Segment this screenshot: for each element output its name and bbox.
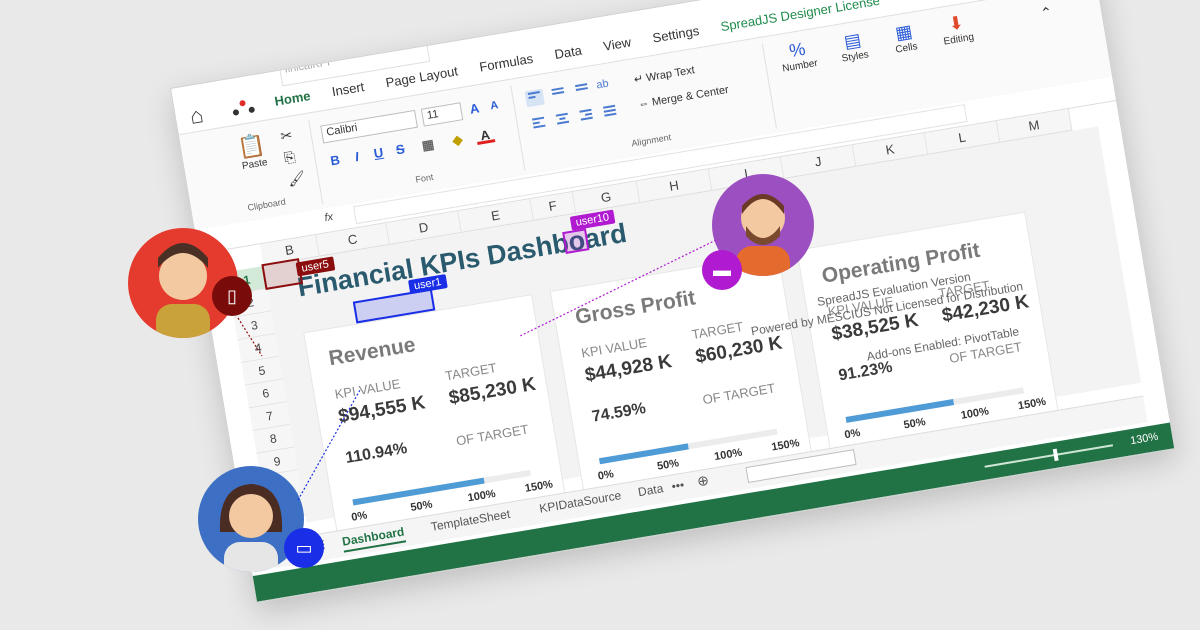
percent-value: 91.23% (837, 358, 894, 385)
target-caption: TARGET (690, 318, 745, 343)
card-title: Revenue (327, 333, 418, 371)
font-size-select[interactable]: 11 (420, 102, 464, 127)
underline-button[interactable]: U (368, 143, 389, 164)
spreadjs-logo (232, 100, 255, 116)
tick-0: 0% (350, 509, 369, 524)
align-right-icon[interactable] (576, 106, 596, 125)
merge-center-button[interactable]: ⇔ Merge & Center (637, 84, 729, 111)
merge-center-label: Merge & Center (651, 83, 730, 109)
italic-button[interactable]: I (347, 147, 368, 168)
progress-gauge (845, 387, 1025, 423)
zoom-thumb[interactable] (1052, 448, 1059, 462)
tick-0: 0% (597, 468, 615, 483)
paste-button[interactable]: 📋 Paste (230, 130, 276, 173)
decrease-font-icon[interactable]: A (484, 95, 505, 116)
align-center-icon[interactable] (552, 110, 572, 129)
wrap-text-label: Wrap Text (645, 64, 696, 85)
bold-button[interactable]: B (325, 150, 346, 171)
align-middle-icon[interactable] (548, 85, 568, 104)
number-button[interactable]: % Number (772, 36, 825, 75)
percent-value: 110.94% (344, 439, 409, 467)
tick-0: 0% (843, 426, 862, 442)
progress-fill (845, 398, 955, 423)
card-title: Gross Profit (573, 286, 698, 330)
tick-50: 50% (902, 415, 927, 432)
strikethrough-icon[interactable]: S (390, 139, 411, 160)
increase-font-icon[interactable]: A (464, 99, 485, 120)
clipboard-group: 📋 Paste ✂ ⎘ 🖌 Clipboard (199, 119, 324, 223)
align-left-icon[interactable] (529, 114, 549, 133)
target-caption: TARGET (444, 360, 498, 384)
wrap-text-button[interactable]: ↵ Wrap Text (633, 63, 696, 86)
of-target-caption: OF TARGET (454, 421, 530, 449)
home-icon[interactable]: ⌂ (188, 100, 215, 129)
font-color-icon[interactable]: A (474, 125, 496, 146)
tab-view[interactable]: View (602, 34, 632, 53)
cut-icon[interactable]: ✂ (279, 127, 293, 146)
tick-100: 100% (713, 446, 744, 464)
spreadjs-window: finicalKPI ⌂ Home Insert Page Layout For… (170, 0, 1176, 603)
styles-button[interactable]: ▤ Styles (829, 27, 878, 66)
tick-150: 150% (524, 478, 554, 495)
indent-icon[interactable] (600, 102, 620, 121)
cells-button[interactable]: ▦ Cells (882, 19, 927, 57)
fill-color-icon[interactable]: ◆ (447, 130, 468, 151)
progress-gauge (352, 469, 531, 506)
format-painter-icon[interactable]: 🖌 (286, 169, 306, 189)
editing-button[interactable]: ⬇ Editing (932, 10, 983, 49)
phone-icon: ▯ (212, 276, 252, 316)
laptop-icon: ▬ (702, 250, 742, 290)
font-name-select[interactable]: Calibri (320, 109, 418, 144)
selection-user10 (562, 228, 590, 254)
orientation-icon[interactable]: ab (595, 77, 615, 96)
tick-100: 100% (466, 487, 497, 505)
align-bottom-icon[interactable] (572, 81, 592, 100)
copy-icon[interactable]: ⎘ (283, 148, 297, 167)
tab-data[interactable]: Data (553, 43, 583, 62)
tick-150: 150% (770, 437, 801, 454)
sheet-tab-data[interactable]: Data (637, 481, 664, 499)
of-target-caption: OF TARGET (701, 380, 777, 408)
zoom-level: 130% (1129, 430, 1160, 448)
percent-value: 74.59% (590, 400, 648, 426)
tick-50: 50% (656, 457, 680, 473)
add-sheet-icon[interactable]: ⊕ (696, 472, 710, 491)
borders-icon[interactable]: ▦ (418, 135, 439, 156)
sheet-tab-dashboard[interactable]: Dashboard (341, 524, 406, 553)
zoom-slider[interactable] (984, 444, 1114, 468)
tick-150: 150% (1017, 395, 1047, 413)
tick-50: 50% (409, 498, 434, 514)
progress-gauge (598, 428, 778, 465)
align-top-icon[interactable] (524, 88, 545, 108)
desktop-icon: ▭ (284, 528, 324, 568)
collapse-ribbon-icon[interactable]: ⌃ (1039, 3, 1053, 22)
tick-100: 100% (959, 405, 990, 422)
more-sheets-icon[interactable]: ••• (671, 478, 686, 494)
fx-icon[interactable]: fx (324, 211, 334, 224)
